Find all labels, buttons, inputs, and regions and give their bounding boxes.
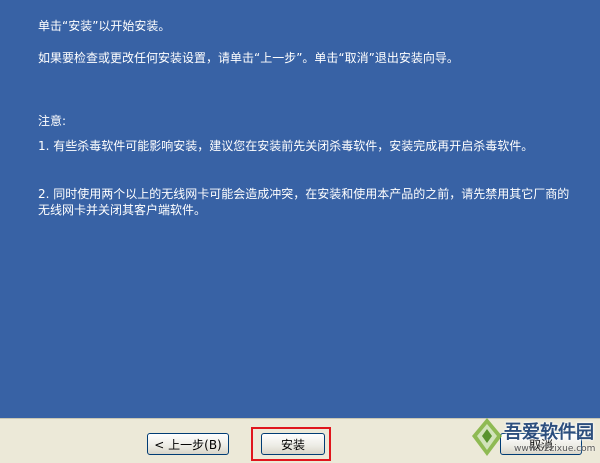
- notice-heading: 注意:: [38, 114, 67, 128]
- notice-item-antivirus: 1. 有些杀毒软件可能影响安装，建议您在安装前先关闭杀毒软件，安装完成再开启杀毒…: [38, 139, 534, 153]
- install-instruction: 单击“安装”以开始安装。: [38, 19, 171, 33]
- button-bar: < 上一步(B) 安装 取消: [0, 418, 600, 463]
- installer-window: 单击“安装”以开始安装。 如果要检查或更改任何安装设置，请单击“上一步”。单击“…: [0, 0, 600, 463]
- install-button[interactable]: 安装: [261, 433, 325, 455]
- review-instruction: 如果要检查或更改任何安装设置，请单击“上一步”。单击“取消”退出安装向导。: [38, 51, 459, 65]
- notice-item-wireless-card: 2. 同时使用两个以上的无线网卡可能会造成冲突，在安装和使用本产品的之前，请先禁…: [38, 187, 570, 217]
- installer-content-panel: 单击“安装”以开始安装。 如果要检查或更改任何安装设置，请单击“上一步”。单击“…: [0, 0, 600, 418]
- back-button[interactable]: < 上一步(B): [147, 433, 229, 455]
- cancel-button[interactable]: 取消: [500, 433, 582, 455]
